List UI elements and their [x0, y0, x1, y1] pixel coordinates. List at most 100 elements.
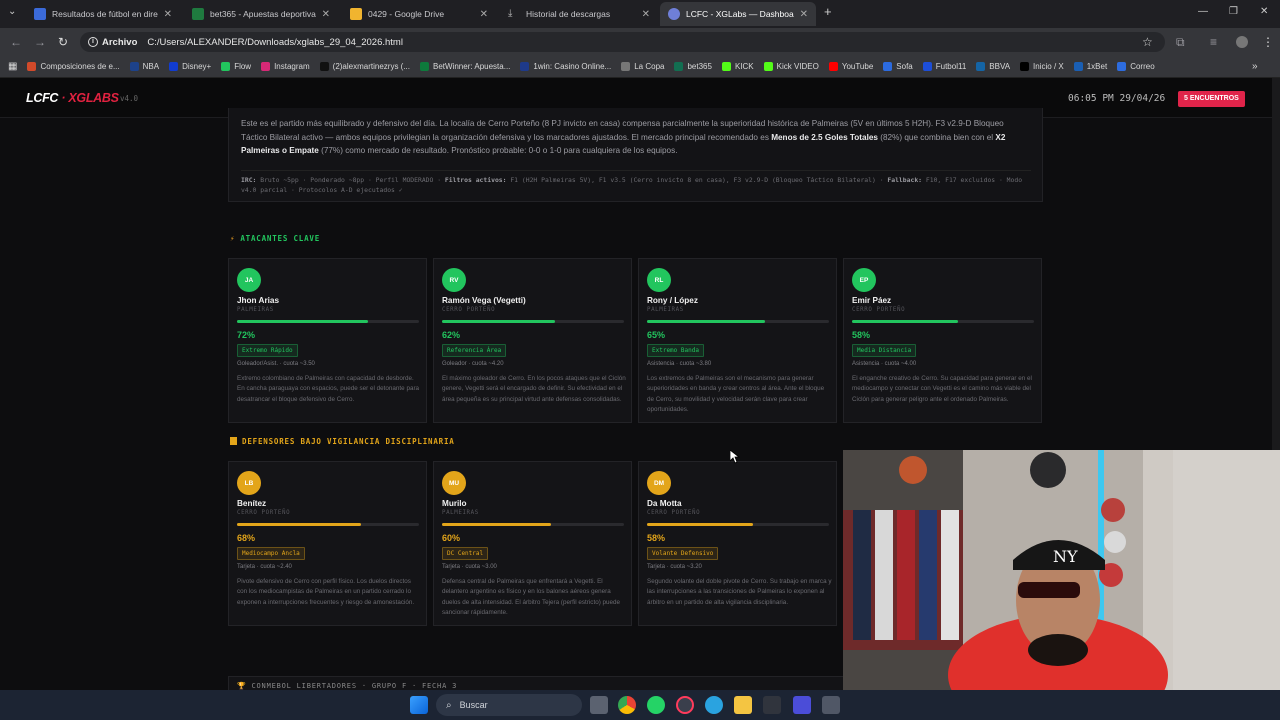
opera-gx-icon[interactable] [676, 696, 694, 714]
bookmark-item[interactable]: BetWinner: Apuesta... [420, 62, 510, 71]
player-name: Murilo [442, 499, 467, 508]
tab-label: Resultados de fútbol en directo [52, 9, 158, 19]
bookmark-favicon-icon [420, 62, 430, 71]
bookmark-item[interactable]: La Copa [621, 62, 664, 71]
player-description: Defensa central de Palmeiras que enfrent… [442, 578, 621, 616]
market-odds: Goleador/Asist. · cuota ~3.50 [237, 361, 315, 367]
media-controls-icon[interactable]: ≡ [1210, 35, 1217, 49]
defender-card[interactable]: LB Benítez CERRO PORTEÑO 68% Mediocampo Ancl… [228, 461, 427, 626]
bookmark-item[interactable]: YouTube [828, 62, 873, 71]
attacker-card[interactable]: RL Rony / López PALMEIRAS 65% Extremo Banda A… [638, 258, 837, 423]
probability-bar [237, 320, 419, 323]
url-bar[interactable]: i Archivo C:/Users/ALEXANDER/Downloads/x… [80, 32, 1165, 52]
bookmark-favicon-icon [721, 62, 731, 71]
bookmark-label: Flow [234, 62, 252, 71]
windows-start-icon[interactable] [410, 696, 428, 714]
tab-favicon-icon [34, 8, 46, 20]
next-match-label: 🏆 CONMEBOL LIBERTADORES · GRUPO F · FECH… [237, 682, 458, 690]
bookmark-item[interactable]: 1win: Casino Online... [520, 62, 611, 71]
back-arrow-icon[interactable]: ← [10, 35, 22, 49]
defender-card[interactable]: MU Murilo PALMEIRAS 60% DC Central Tarjeta · … [433, 461, 632, 626]
address-toolbar: ← → ↻ i Archivo C:/Users/ALEXANDER/Downl… [0, 28, 1280, 56]
bookmark-item[interactable]: 1xBet [1073, 62, 1107, 71]
bookmark-item[interactable]: bet365 [674, 62, 712, 71]
close-icon[interactable]: ✕ [322, 9, 330, 20]
whatsapp-icon[interactable] [647, 696, 665, 714]
bookmark-item[interactable]: Disney+ [169, 62, 211, 71]
fallback-label: Fallback: [887, 176, 923, 184]
profile-avatar[interactable] [1236, 36, 1248, 48]
player-team: PALMEIRAS [442, 510, 479, 516]
next-match-header[interactable]: 🏆 CONMEBOL LIBERTADORES · GRUPO F · FECH… [228, 676, 848, 690]
tab-google-drive[interactable]: 0429 - Google Drive ✕ [342, 2, 496, 26]
bookmark-favicon-icon [976, 62, 986, 71]
tab-xglabs-dashboard[interactable]: LCFC - XGLabs — Dashboard 29 ✕ [660, 2, 816, 26]
player-team: CERRO PORTEÑO [237, 510, 291, 516]
bookmark-item[interactable]: BBVA [976, 62, 1010, 71]
app-logo[interactable]: LCFC · XGLABS [26, 91, 119, 105]
forward-arrow-icon[interactable]: → [34, 35, 46, 49]
tab-label: Historial de descargas [526, 9, 611, 19]
tab-bet365[interactable]: bet365 - Apuestas deportivas e ✕ [184, 2, 338, 26]
bookmark-favicon-icon [1117, 62, 1127, 71]
bookmark-favicon-icon [129, 62, 139, 71]
bookmark-item[interactable]: KICK [721, 62, 754, 71]
player-description: Segundo volante del doble pivote de Cerr… [647, 578, 832, 606]
bookmark-item[interactable]: Flow [221, 62, 251, 71]
bookmark-label: Kick VIDEO [776, 62, 819, 71]
bookmarks-overflow-icon[interactable]: » [1252, 61, 1258, 72]
bookmark-item[interactable]: Futbol11 [922, 62, 966, 71]
bookmark-favicon-icon [27, 62, 37, 71]
obs-icon[interactable] [763, 696, 781, 714]
bookmark-item[interactable]: Instagram [261, 62, 310, 71]
bookmark-favicon-icon [1073, 62, 1083, 71]
reload-icon[interactable]: ↻ [58, 35, 68, 49]
menu-kebab-icon[interactable]: ⋮ [1262, 35, 1274, 49]
bookmark-item[interactable]: Composiciones de e... [27, 62, 120, 71]
player-name: Da Motta [647, 499, 682, 508]
player-avatar: JA [237, 268, 261, 292]
minimize-icon[interactable]: — [1198, 6, 1208, 17]
extensions-icon[interactable]: ⧉ [1176, 35, 1185, 50]
close-window-icon[interactable]: ✕ [1260, 6, 1268, 17]
task-view-icon[interactable] [590, 696, 608, 714]
bookmark-item[interactable]: Inicio / X [1020, 62, 1064, 71]
bookmark-star-icon[interactable]: ☆ [1142, 35, 1153, 49]
taskbar-search[interactable]: ⌕ Buscar [436, 694, 582, 716]
attacker-card[interactable]: RV Ramón Vega (Vegetti) CERRO PORTEÑO 62% Re… [433, 258, 632, 423]
google-drive-icon [350, 8, 362, 20]
attacker-card[interactable]: JA Jhon Arias PALMEIRAS 72% Extremo Rápido Go… [228, 258, 427, 423]
bookmark-item[interactable]: (2)alexmartinezrys (... [319, 62, 410, 71]
player-avatar: MU [442, 471, 466, 495]
close-icon[interactable]: ✕ [642, 9, 650, 20]
file-explorer-icon[interactable] [734, 696, 752, 714]
tab-downloads[interactable]: ⤓ Historial de descargas ✕ [500, 2, 658, 26]
player-name: Benítez [237, 499, 267, 508]
new-tab-button[interactable]: + [824, 4, 832, 19]
player-team: CERRO PORTEÑO [647, 510, 701, 516]
encounters-badge[interactable]: 5 ENCUENTROS [1178, 91, 1245, 107]
tab-resultados[interactable]: Resultados de fútbol en directo ✕ [26, 2, 180, 26]
apps-grid-icon[interactable]: ▦ [8, 61, 17, 72]
bookmark-item[interactable]: NBA [129, 62, 159, 71]
app-grid-icon[interactable] [793, 696, 811, 714]
telegram-icon[interactable] [705, 696, 723, 714]
calculator-icon[interactable] [822, 696, 840, 714]
player-avatar: LB [237, 471, 261, 495]
chrome-icon[interactable] [618, 696, 636, 714]
bookmark-label: Composiciones de e... [40, 62, 120, 71]
defender-card[interactable]: DM Da Motta CERRO PORTEÑO 58% Volante Defens… [638, 461, 837, 626]
close-icon[interactable]: ✕ [480, 9, 488, 20]
close-icon[interactable]: ✕ [164, 9, 172, 20]
bookmark-label: Inicio / X [1033, 62, 1064, 71]
info-icon: i [88, 37, 98, 47]
role-tag: Extremo Banda [647, 344, 704, 357]
attacker-card[interactable]: EP Emir Páez CERRO PORTEÑO 58% Media Distanc… [843, 258, 1042, 423]
bookmark-item[interactable]: Correo [1117, 62, 1155, 71]
file-info-chip[interactable]: i Archivo [88, 37, 137, 48]
bookmark-item[interactable]: Kick VIDEO [763, 62, 819, 71]
bookmark-item[interactable]: Sofa [883, 62, 913, 71]
tab-search-icon[interactable]: ⌄ [8, 6, 16, 17]
restore-icon[interactable]: ❐ [1229, 6, 1238, 17]
close-icon[interactable]: ✕ [800, 9, 808, 20]
